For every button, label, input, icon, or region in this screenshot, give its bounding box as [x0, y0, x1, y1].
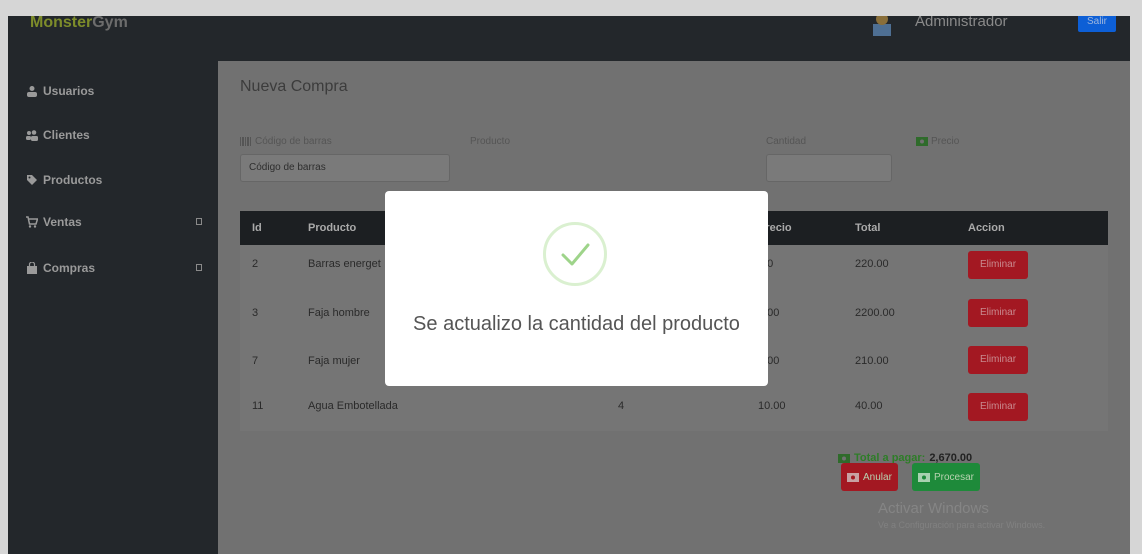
money-icon: [918, 472, 930, 482]
sidebar-item-ventas[interactable]: Ventas: [26, 215, 82, 229]
cancel-label: Anular: [863, 471, 892, 483]
cell-total: 210.00: [855, 355, 889, 367]
header-action: Accion: [968, 222, 1005, 234]
cell-id: 3: [252, 307, 259, 319]
barcode-input[interactable]: Código de barras: [240, 154, 450, 182]
cancel-button[interactable]: Anular: [841, 463, 898, 491]
check-circle-icon: [543, 222, 607, 286]
cell-price: 10.00: [758, 400, 786, 412]
product-label: Producto: [470, 136, 510, 147]
header-product: Producto: [308, 222, 357, 234]
logout-button[interactable]: Salir: [1078, 16, 1116, 32]
delete-button[interactable]: Eliminar: [968, 251, 1028, 279]
delete-button[interactable]: Eliminar: [968, 299, 1028, 327]
delete-button[interactable]: Eliminar: [968, 346, 1028, 374]
cell-id: 7: [252, 355, 259, 367]
sidebar-item-clientes[interactable]: Clientes: [26, 128, 90, 142]
brand-part-2: Gym: [92, 16, 128, 31]
cart-icon: [26, 216, 38, 228]
sidebar-item-label: Productos: [43, 173, 103, 187]
cell-id: 2: [252, 258, 259, 270]
cell-total: 40.00: [855, 400, 883, 412]
cell-total: 2200.00: [855, 307, 895, 319]
cell-id: 11: [252, 400, 264, 412]
page-title: Nueva Compra: [240, 78, 348, 95]
brand-logo[interactable]: MonsterGym: [30, 16, 128, 31]
sidebar-item-label: Clientes: [43, 128, 90, 142]
bag-icon: [27, 262, 37, 274]
cell-quantity: 4: [618, 400, 625, 412]
money-icon: [838, 453, 850, 463]
admin-avatar-icon: [873, 16, 891, 36]
quantity-input[interactable]: [766, 154, 892, 182]
sidebar-item-compras[interactable]: Compras: [26, 261, 95, 275]
cell-product: Agua Embotellada: [308, 400, 398, 412]
sidebar-item-label: Compras: [43, 261, 96, 275]
user-icon: [27, 86, 37, 97]
top-navbar: MonsterGym Administrador Salir: [8, 16, 1130, 61]
brand-part-1: Monster: [30, 16, 93, 31]
money-icon: [847, 472, 859, 482]
cell-product: Faja mujer: [308, 355, 360, 367]
sidebar-item-productos[interactable]: Productos: [26, 173, 102, 187]
cell-product: Barras energet: [308, 258, 381, 270]
barcode-icon: [240, 137, 251, 146]
process-button[interactable]: Procesar: [912, 463, 981, 491]
admin-name: Administrador: [915, 16, 1008, 30]
cell-product: Faja hombre: [308, 307, 370, 319]
price-label: Precio: [916, 136, 959, 147]
header-id: Id: [252, 222, 262, 234]
windows-activation-subtitle: Ve a Configuración para activar Windows.: [878, 520, 1046, 530]
windows-activation-title: Activar Windows: [878, 500, 989, 517]
quantity-label: Cantidad: [766, 136, 806, 147]
sidebar-item-usuarios[interactable]: Usuarios: [26, 84, 94, 98]
process-label: Procesar: [934, 471, 975, 483]
ventas-caret-icon[interactable]: [196, 218, 202, 225]
sidebar: Usuarios Clientes Productos Ventas Compr…: [8, 61, 218, 554]
barcode-label-text: Código de barras: [255, 136, 332, 147]
barcode-label: Código de barras: [240, 136, 332, 147]
quantity-label-text: Cantidad: [766, 136, 807, 147]
compras-caret-icon[interactable]: [196, 264, 202, 271]
money-icon: [916, 137, 928, 146]
delete-button[interactable]: Eliminar: [968, 393, 1028, 421]
sidebar-item-label: Usuarios: [43, 84, 95, 98]
users-icon: [26, 130, 38, 141]
cell-total: 220.00: [855, 258, 889, 270]
tag-icon: [27, 175, 37, 185]
product-label-text: Producto: [470, 136, 511, 147]
sidebar-item-label: Ventas: [43, 215, 82, 229]
alert-modal: Se actualizo la cantidad del producto: [385, 191, 768, 386]
header-total: Total: [855, 222, 881, 234]
price-label-text: Precio: [931, 136, 960, 147]
checkmark-icon: [561, 243, 590, 266]
alert-message: Se actualizo la cantidad del producto: [413, 313, 740, 335]
